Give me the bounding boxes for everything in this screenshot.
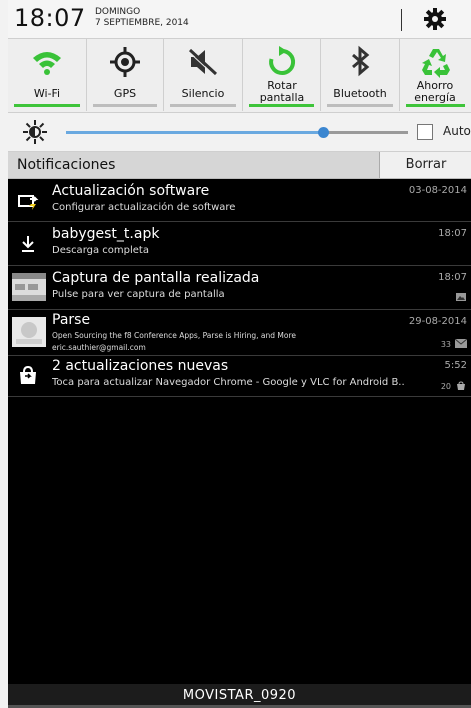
- notification-count: 33: [440, 340, 451, 349]
- toggle-rotate-screen[interactable]: Rotar pantalla: [243, 39, 321, 111]
- download-icon: [22, 236, 34, 252]
- notification-title: Parse: [52, 312, 91, 328]
- divider: [401, 9, 402, 31]
- toggle-silent[interactable]: Silencio: [164, 39, 243, 111]
- mail-icon: [455, 339, 467, 348]
- notification-item-screenshot[interactable]: Captura de pantalla realizada Pulse para…: [8, 266, 471, 310]
- brightness-thumb[interactable]: [317, 127, 329, 138]
- notification-time: 03-08-2014: [408, 185, 467, 196]
- toggle-gps[interactable]: GPS: [87, 39, 164, 111]
- notification-subtitle: Open Sourcing the f8 Conference Apps, Pa…: [52, 331, 297, 340]
- notification-subtitle: Configurar actualización de software: [52, 202, 236, 213]
- toggle-indicator: [14, 104, 80, 107]
- brightness-control: Auto: [8, 113, 471, 152]
- carrier-label: MOVISTAR_0920: [182, 688, 297, 703]
- quick-settings: Wi-Fi GPS Silencio Rotar pantalla Blueto…: [8, 39, 471, 113]
- toggle-indicator: [93, 104, 157, 107]
- notification-subtitle: Pulse para ver captura de pantalla: [52, 289, 225, 300]
- notification-item-app-updates[interactable]: 2 actualizaciones nuevas Toca para actua…: [8, 356, 471, 397]
- brightness-icon: [23, 120, 47, 144]
- notification-panel: 18:07 DOMINGO 7 SEPTIEMBRE, 2014 Wi-Fi G…: [0, 0, 471, 708]
- toggle-indicator: [327, 104, 393, 107]
- date-label: 7 SEPTIEMBRE, 2014: [95, 18, 189, 28]
- screenshot-thumbnail: [12, 273, 46, 301]
- toggle-bluetooth[interactable]: Bluetooth: [321, 39, 400, 111]
- notification-subtitle: Toca para actualizar Navegador Chrome - …: [52, 377, 405, 388]
- notification-list: Actualización software Configurar actual…: [8, 179, 471, 684]
- software-update-icon: [18, 195, 39, 210]
- notification-subtitle: Descarga completa: [52, 245, 149, 256]
- carrier-bar: MOVISTAR_0920: [8, 684, 471, 708]
- toggle-label: Wi-Fi: [33, 87, 61, 100]
- toggle-label: Rotar pantalla: [259, 79, 305, 104]
- notification-time: 29-08-2014: [408, 316, 467, 327]
- bluetooth-icon: [352, 45, 370, 77]
- notification-time: 18:07: [438, 228, 467, 239]
- status-header: 18:07 DOMINGO 7 SEPTIEMBRE, 2014: [8, 0, 471, 39]
- clock: 18:07: [14, 4, 86, 32]
- notification-time: 18:07: [438, 272, 467, 283]
- notifications-title: Notificaciones: [17, 157, 116, 173]
- notifications-header: Notificaciones Borrar: [8, 152, 471, 179]
- mail-thumbnail: [12, 317, 46, 347]
- date-display: DOMINGO 7 SEPTIEMBRE, 2014: [95, 7, 189, 29]
- store-update-icon: [20, 365, 36, 384]
- image-icon: [456, 293, 466, 301]
- notification-title: babygest_t.apk: [52, 226, 160, 242]
- notification-item-parse[interactable]: Parse Open Sourcing the f8 Conference Ap…: [8, 310, 471, 356]
- toggle-indicator: [170, 104, 236, 107]
- toggle-wifi[interactable]: Wi-Fi: [8, 39, 87, 111]
- notification-title: 2 actualizaciones nuevas: [52, 358, 229, 374]
- clear-button[interactable]: Borrar: [379, 152, 471, 178]
- notification-item-download[interactable]: babygest_t.apk Descarga completa 18:07: [8, 222, 471, 266]
- auto-brightness-checkbox[interactable]: [417, 124, 433, 140]
- power-saving-icon: [421, 49, 450, 78]
- mute-icon: [188, 48, 218, 76]
- notification-title: Actualización software: [52, 183, 210, 199]
- notification-time: 5:52: [444, 360, 467, 371]
- toggle-indicator: [249, 104, 314, 107]
- notification-count: 20: [440, 382, 451, 391]
- toggle-indicator: [406, 104, 465, 107]
- toggle-label: Silencio: [181, 87, 225, 100]
- toggle-label: GPS: [113, 87, 137, 100]
- brightness-fill: [66, 131, 323, 134]
- toggle-label: Ahorro energía: [414, 79, 456, 104]
- gear-icon[interactable]: [422, 6, 448, 32]
- auto-brightness-label: Auto: [443, 124, 471, 138]
- notification-title: Captura de pantalla realizada: [52, 270, 260, 286]
- toggle-label: Bluetooth: [333, 87, 387, 100]
- brightness-slider[interactable]: [66, 127, 408, 138]
- notification-sender: eric.sauthier@gmail.com: [52, 343, 146, 352]
- day-label: DOMINGO: [95, 7, 141, 17]
- toggle-power-saving[interactable]: Ahorro energía: [400, 39, 471, 111]
- store-small-icon: [457, 381, 465, 390]
- wifi-icon: [33, 52, 61, 75]
- rotate-icon: [268, 46, 295, 75]
- gps-icon: [110, 47, 140, 77]
- notification-item-software-update[interactable]: Actualización software Configurar actual…: [8, 179, 471, 222]
